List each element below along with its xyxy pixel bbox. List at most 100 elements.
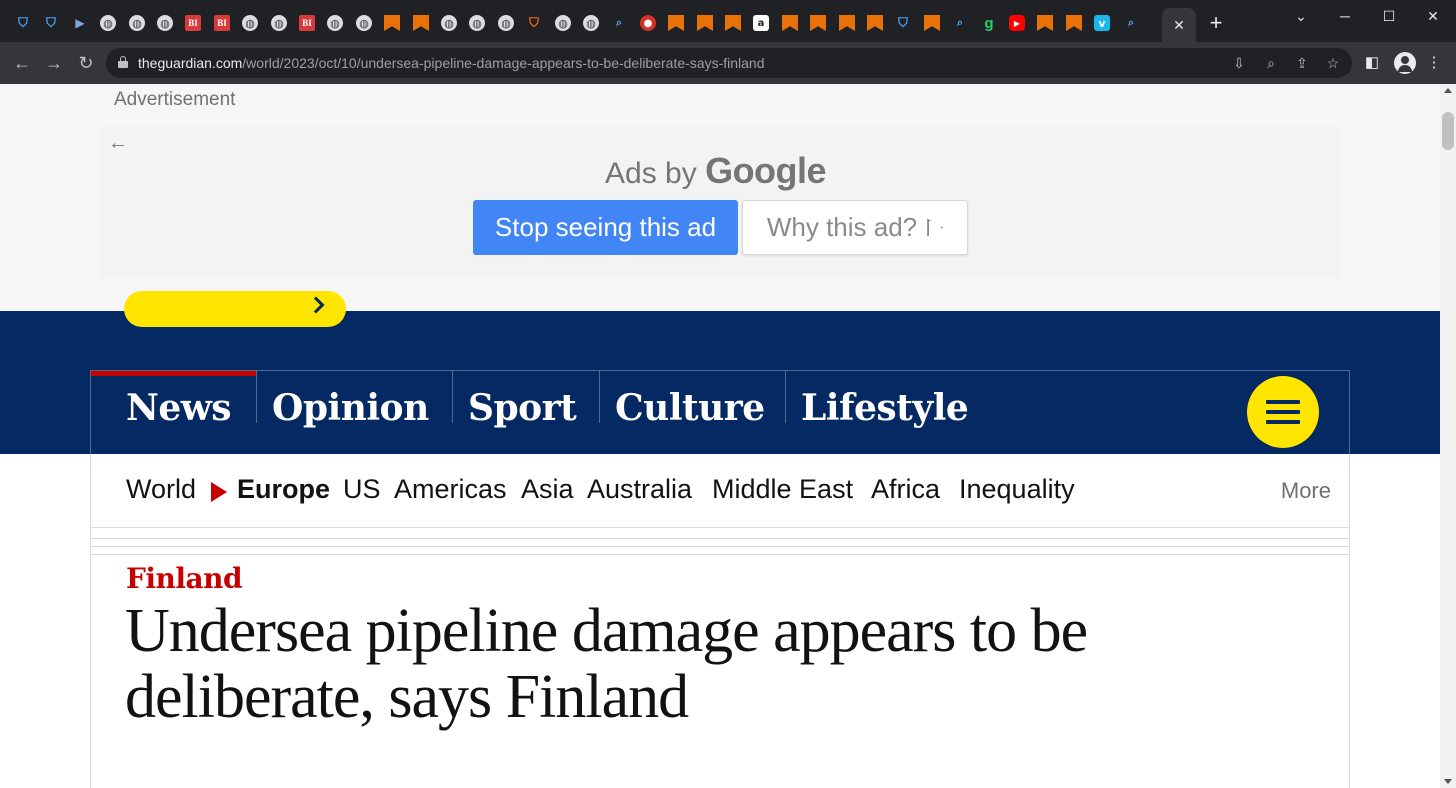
pillar-nav: News Opinion Sport Culture Lifestyle (90, 370, 1350, 454)
lock-icon[interactable] (118, 56, 128, 68)
ad-feedback-panel: ← Ads by Google Stop seeing this ad Why … (100, 126, 1340, 278)
browser-tab[interactable]: v (1088, 10, 1116, 36)
browser-tab[interactable]: BI (293, 10, 321, 36)
ad-back-arrow-icon[interactable]: ← (108, 132, 128, 155)
browser-tab[interactable] (918, 10, 946, 36)
browser-tab[interactable]: ● (634, 10, 662, 36)
support-us-button[interactable] (124, 291, 346, 327)
scroll-down-arrow-icon[interactable] (1444, 779, 1452, 784)
subnav-europe[interactable]: Europe (237, 474, 330, 505)
browser-tab[interactable]: ◍ (123, 10, 151, 36)
browser-tab[interactable]: ◍ (321, 10, 349, 36)
browser-tab[interactable]: ⛉ (9, 10, 37, 36)
browser-tab[interactable]: g (975, 10, 1003, 36)
subnav-asia[interactable]: Asia (521, 474, 574, 505)
minimize-button[interactable]: ─ (1322, 6, 1368, 26)
browser-tab[interactable]: ◍ (350, 10, 378, 36)
why-this-ad-button[interactable]: Why this ad? (742, 200, 968, 255)
divider-rule (91, 554, 1349, 555)
article-headline: Undersea pipeline damage appears to be d… (125, 597, 1088, 731)
browser-tab[interactable] (691, 10, 719, 36)
browser-tab[interactable]: ◍ (492, 10, 520, 36)
browser-tab[interactable]: ◍ (577, 10, 605, 36)
maximize-button[interactable]: ☐ (1366, 6, 1412, 26)
browser-tab[interactable]: ◍ (151, 10, 179, 36)
address-bar[interactable]: theguardian.com/world/2023/oct/10/unders… (106, 48, 1352, 78)
browser-tab[interactable] (719, 10, 747, 36)
scroll-thumb[interactable] (1442, 112, 1454, 150)
browser-tab[interactable] (407, 10, 435, 36)
side-panel-icon[interactable]: ◧ (1361, 52, 1383, 74)
browser-tab[interactable] (378, 10, 406, 36)
browser-tab[interactable]: ▶ (66, 10, 94, 36)
browser-tab[interactable]: BI (208, 10, 236, 36)
document-icon: a (753, 15, 769, 31)
active-tab[interactable]: ✕ (1162, 8, 1196, 42)
browser-tab[interactable]: ⛉ (520, 10, 548, 36)
reload-button[interactable]: ↻ (74, 51, 98, 75)
subnav-more[interactable]: More (1281, 478, 1331, 504)
zoom-icon[interactable]: ⌕ (1261, 53, 1281, 73)
browser-tab[interactable]: ◍ (265, 10, 293, 36)
menu-bar (1266, 410, 1300, 414)
ads-by-google: Ads by Google (605, 150, 827, 192)
subnav-americas[interactable]: Americas (394, 474, 507, 505)
search-icon: ⌕ (615, 16, 623, 29)
browser-tab[interactable] (1031, 10, 1059, 36)
new-tab-button[interactable]: + (1204, 12, 1228, 36)
back-button[interactable]: ← (10, 51, 34, 75)
browser-tab[interactable] (1060, 10, 1088, 36)
share-icon[interactable]: ⇪ (1292, 53, 1312, 73)
business-insider-icon: BI (299, 15, 315, 31)
browser-tab[interactable] (804, 10, 832, 36)
subnav-australia[interactable]: Australia (587, 474, 692, 505)
browser-tab[interactable] (833, 10, 861, 36)
browser-tab[interactable]: ▶ (1003, 10, 1031, 36)
pillar-news[interactable]: News (126, 371, 232, 455)
browser-tab[interactable]: ⛉ (37, 10, 65, 36)
browser-tab[interactable]: ⌕ (1117, 10, 1145, 36)
forward-button[interactable]: → (42, 51, 66, 75)
browser-tab[interactable]: BI (179, 10, 207, 36)
browser-tab[interactable] (776, 10, 804, 36)
tab-search-dropdown-icon[interactable]: ⌄ (1278, 6, 1324, 26)
business-insider-icon: BI (185, 15, 201, 31)
bookmark-star-icon[interactable]: ☆ (1323, 53, 1343, 73)
browser-tab[interactable]: ⌕ (605, 10, 633, 36)
browser-tab[interactable]: a (747, 10, 775, 36)
pillar-sport[interactable]: Sport (468, 371, 577, 455)
close-tab-icon[interactable]: ✕ (1173, 17, 1185, 34)
advertisement-label: Advertisement (114, 89, 236, 110)
scroll-up-arrow-icon[interactable] (1444, 88, 1452, 93)
close-window-button[interactable]: ✕ (1410, 6, 1456, 26)
bookmark-icon (725, 15, 741, 31)
profile-avatar-icon[interactable] (1394, 52, 1416, 74)
subnav-africa[interactable]: Africa (871, 474, 940, 505)
browser-tab[interactable]: ◍ (236, 10, 264, 36)
page-scrollbar[interactable] (1440, 84, 1456, 788)
search-icon: ⌕ (956, 16, 964, 29)
subnav-middle-east[interactable]: Middle East (712, 474, 853, 505)
browser-tab[interactable]: ◍ (549, 10, 577, 36)
browser-tab[interactable] (861, 10, 889, 36)
hamburger-menu-button[interactable] (1247, 376, 1319, 448)
pillar-opinion[interactable]: Opinion (272, 371, 429, 455)
browser-tab[interactable]: ⌕ (946, 10, 974, 36)
browser-tab[interactable] (662, 10, 690, 36)
browser-tab[interactable]: ◍ (94, 10, 122, 36)
article-kicker[interactable]: Finland (126, 562, 243, 595)
browser-menu-icon[interactable]: ⋮ (1423, 52, 1445, 74)
pillar-lifestyle[interactable]: Lifestyle (801, 371, 969, 455)
browser-toolbar: ← → ↻ theguardian.com/world/2023/oct/10/… (0, 42, 1456, 84)
subnav-inequality[interactable]: Inequality (959, 474, 1075, 505)
browser-tab[interactable]: ⛉ (889, 10, 917, 36)
browser-tab[interactable]: ◍ (463, 10, 491, 36)
install-app-icon[interactable]: ⇩ (1229, 53, 1249, 73)
subnav-us[interactable]: US (343, 474, 381, 505)
subnav-world[interactable]: World (126, 474, 196, 505)
browser-tab[interactable]: ◍ (435, 10, 463, 36)
url-text[interactable]: theguardian.com/world/2023/oct/10/unders… (138, 55, 765, 71)
stop-seeing-ad-button[interactable]: Stop seeing this ad (473, 200, 738, 255)
pillar-culture[interactable]: Culture (615, 371, 765, 455)
shield-icon: ⛉ (898, 15, 908, 31)
